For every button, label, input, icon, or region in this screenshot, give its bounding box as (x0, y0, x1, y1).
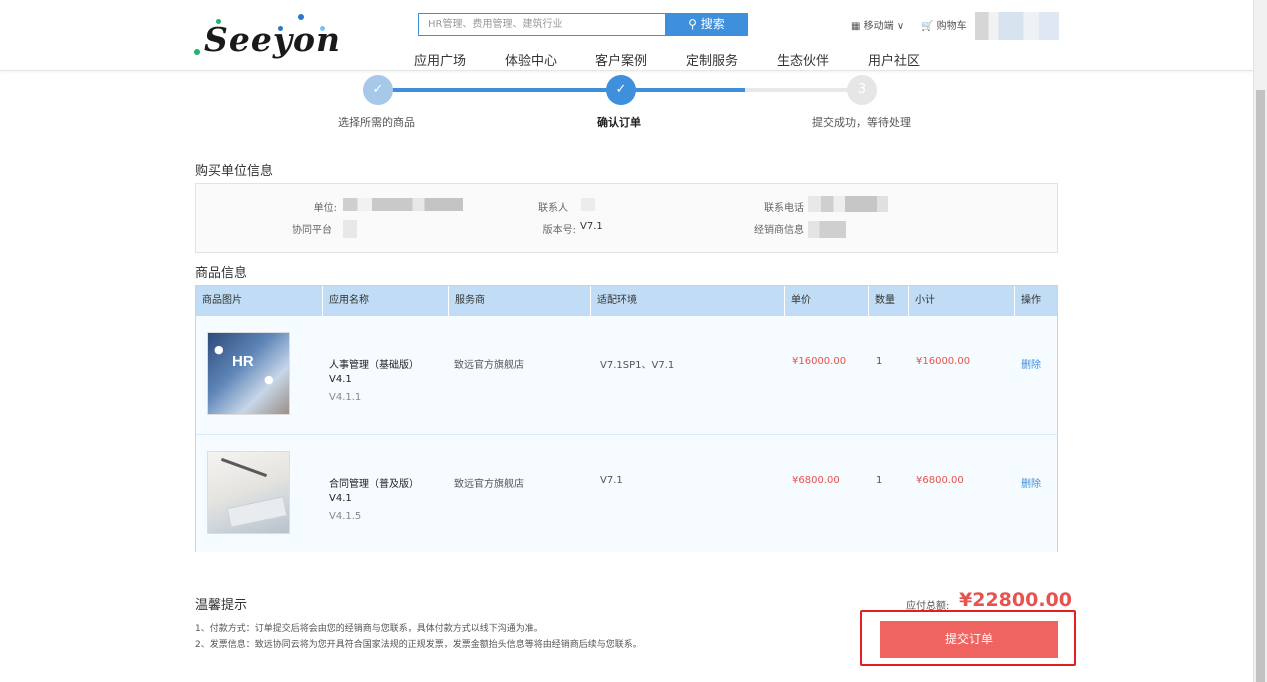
product-price: ¥6800.00 (792, 475, 840, 486)
product-image-hr-text: HR (232, 353, 254, 370)
products-section-title: 商品信息 (195, 266, 248, 281)
main-nav: 应用广场 体验中心 客户案例 定制服务 生态伙伴 用户社区 (0, 50, 1253, 70)
product-subtotal: ¥16000.00 (916, 356, 971, 367)
version-value: V7.1 (580, 221, 603, 232)
product-sub-version: V4.1.5 (329, 511, 362, 522)
contact-value (581, 198, 595, 211)
total-value: ¥22800.00 (959, 589, 1072, 611)
user-avatar[interactable] (975, 12, 1059, 40)
submit-highlight-box: 提交订单 (860, 610, 1076, 666)
scrollbar-thumb[interactable] (1256, 90, 1265, 682)
dealer-value (808, 221, 846, 238)
table-row: 合同管理（普及版） V4.1 V4.1.5 致远官方旗舰店 V7.1 ¥6800… (196, 434, 1057, 552)
mobile-link[interactable]: ▦ 移动端 ∨ (851, 17, 904, 32)
product-name: 合同管理（普及版） (329, 479, 419, 490)
version-label: 版本号: (542, 225, 576, 236)
phone-label: 联系电话 (764, 203, 804, 214)
column-header-vendor: 服务商 (448, 286, 590, 316)
nav-item-app-square[interactable]: 应用广场 (414, 50, 466, 69)
mobile-label: 移动端 (863, 21, 894, 32)
column-header-name: 应用名称 (322, 286, 448, 316)
page-scrollbar[interactable] (1253, 0, 1267, 682)
search-button[interactable]: ⚲ 搜索 (665, 13, 748, 36)
product-vendor: 致远官方旗舰店 (454, 479, 524, 490)
step-2-check-icon: ✓ (606, 75, 636, 105)
column-header-price: 单价 (784, 286, 868, 316)
delete-link[interactable]: 删除 (1021, 356, 1041, 371)
search-input[interactable]: HR管理、费用管理、建筑行业 (418, 13, 665, 36)
product-qty: 1 (876, 475, 883, 486)
pen-icon (220, 457, 268, 478)
column-header-action: 操作 (1014, 286, 1057, 316)
platform-value (343, 220, 357, 238)
step-2-label: 确认订单 (597, 116, 641, 129)
search-icon: ⚲ (688, 17, 697, 31)
product-vendor: 致远官方旗舰店 (454, 360, 524, 371)
step-1-check-icon: ✓ (363, 75, 393, 105)
platform-label: 协同平台 (292, 225, 332, 236)
people-icon: ● (214, 343, 224, 356)
keyboard-icon (226, 496, 288, 528)
contact-label: 联系人 (538, 203, 568, 214)
product-subtotal: ¥6800.00 (916, 475, 964, 486)
product-qty: 1 (876, 356, 883, 367)
site-header: Seeyon HR管理、费用管理、建筑行业 ⚲ 搜索 应用广场 体验中心 客户案… (0, 0, 1253, 71)
cart-icon: 🛒 (921, 21, 934, 32)
table-row: HR ● ● 人事管理（基础版） V4.1 V4.1.1 致远官方旗舰店 V7.… (196, 316, 1057, 434)
buyer-section-title: 购买单位信息 (195, 164, 274, 179)
nav-item-community[interactable]: 用户社区 (868, 50, 920, 69)
tips-title: 温馨提示 (195, 598, 248, 613)
buyer-info-box: 单位: 联系人 联系电话 协同平台 版本号: V7.1 经销商信息 (195, 183, 1058, 253)
products-table: 商品图片 应用名称 服务商 适配环境 单价 数量 小计 操作 HR ● ● 人事… (195, 285, 1058, 552)
unit-value (343, 198, 463, 211)
people-icon: ● (264, 373, 274, 386)
cart-link[interactable]: 🛒 购物车 (921, 17, 967, 32)
column-header-image: 商品图片 (202, 295, 242, 306)
nav-item-custom-service[interactable]: 定制服务 (686, 50, 738, 69)
tip-payment: 1、付款方式：订单提交后将会由您的经销商与您联系，具体付款方式以线下沟通为准。 (195, 624, 543, 634)
nav-item-partners[interactable]: 生态伙伴 (777, 50, 829, 69)
table-header: 商品图片 应用名称 服务商 适配环境 单价 数量 小计 操作 (196, 286, 1057, 316)
product-version: V4.1 (329, 374, 352, 385)
product-image-contract[interactable] (207, 451, 290, 534)
phone-value (808, 196, 888, 212)
step-progress-current (621, 88, 745, 92)
product-env: V7.1 (600, 475, 623, 486)
product-sub-version: V4.1.1 (329, 392, 362, 403)
tip-invoice: 2、发票信息：致远协同云将为您开具符合国家法规的正规发票，发票金额抬头信息等将由… (195, 640, 642, 650)
chevron-down-icon: ∨ (896, 21, 905, 32)
product-env: V7.1SP1、V7.1 (600, 360, 675, 371)
column-header-subtotal: 小计 (908, 286, 1014, 316)
dealer-label: 经销商信息 (754, 225, 804, 236)
step-progress-done (378, 88, 621, 92)
step-progress-pending (745, 88, 862, 92)
search-button-label: 搜索 (700, 17, 725, 31)
product-version: V4.1 (329, 493, 352, 504)
product-price: ¥16000.00 (792, 356, 847, 367)
delete-link[interactable]: 删除 (1021, 475, 1041, 490)
product-image-hr[interactable]: HR ● ● (207, 332, 290, 415)
column-header-qty: 数量 (868, 286, 908, 316)
step-3-number: 3 (847, 75, 877, 105)
step-3-label: 提交成功，等待处理 (812, 116, 911, 129)
nav-item-cases[interactable]: 客户案例 (595, 50, 647, 69)
search-bar: HR管理、费用管理、建筑行业 ⚲ 搜索 (418, 13, 748, 36)
unit-label: 单位: (313, 203, 337, 214)
column-header-env: 适配环境 (590, 286, 784, 316)
submit-order-button[interactable]: 提交订单 (880, 621, 1058, 658)
step-1-label: 选择所需的商品 (338, 116, 415, 129)
cart-label: 购物车 (936, 21, 967, 32)
product-name: 人事管理（基础版） (329, 360, 419, 371)
nav-item-experience[interactable]: 体验中心 (505, 50, 557, 69)
qr-icon: ▦ (851, 21, 861, 32)
